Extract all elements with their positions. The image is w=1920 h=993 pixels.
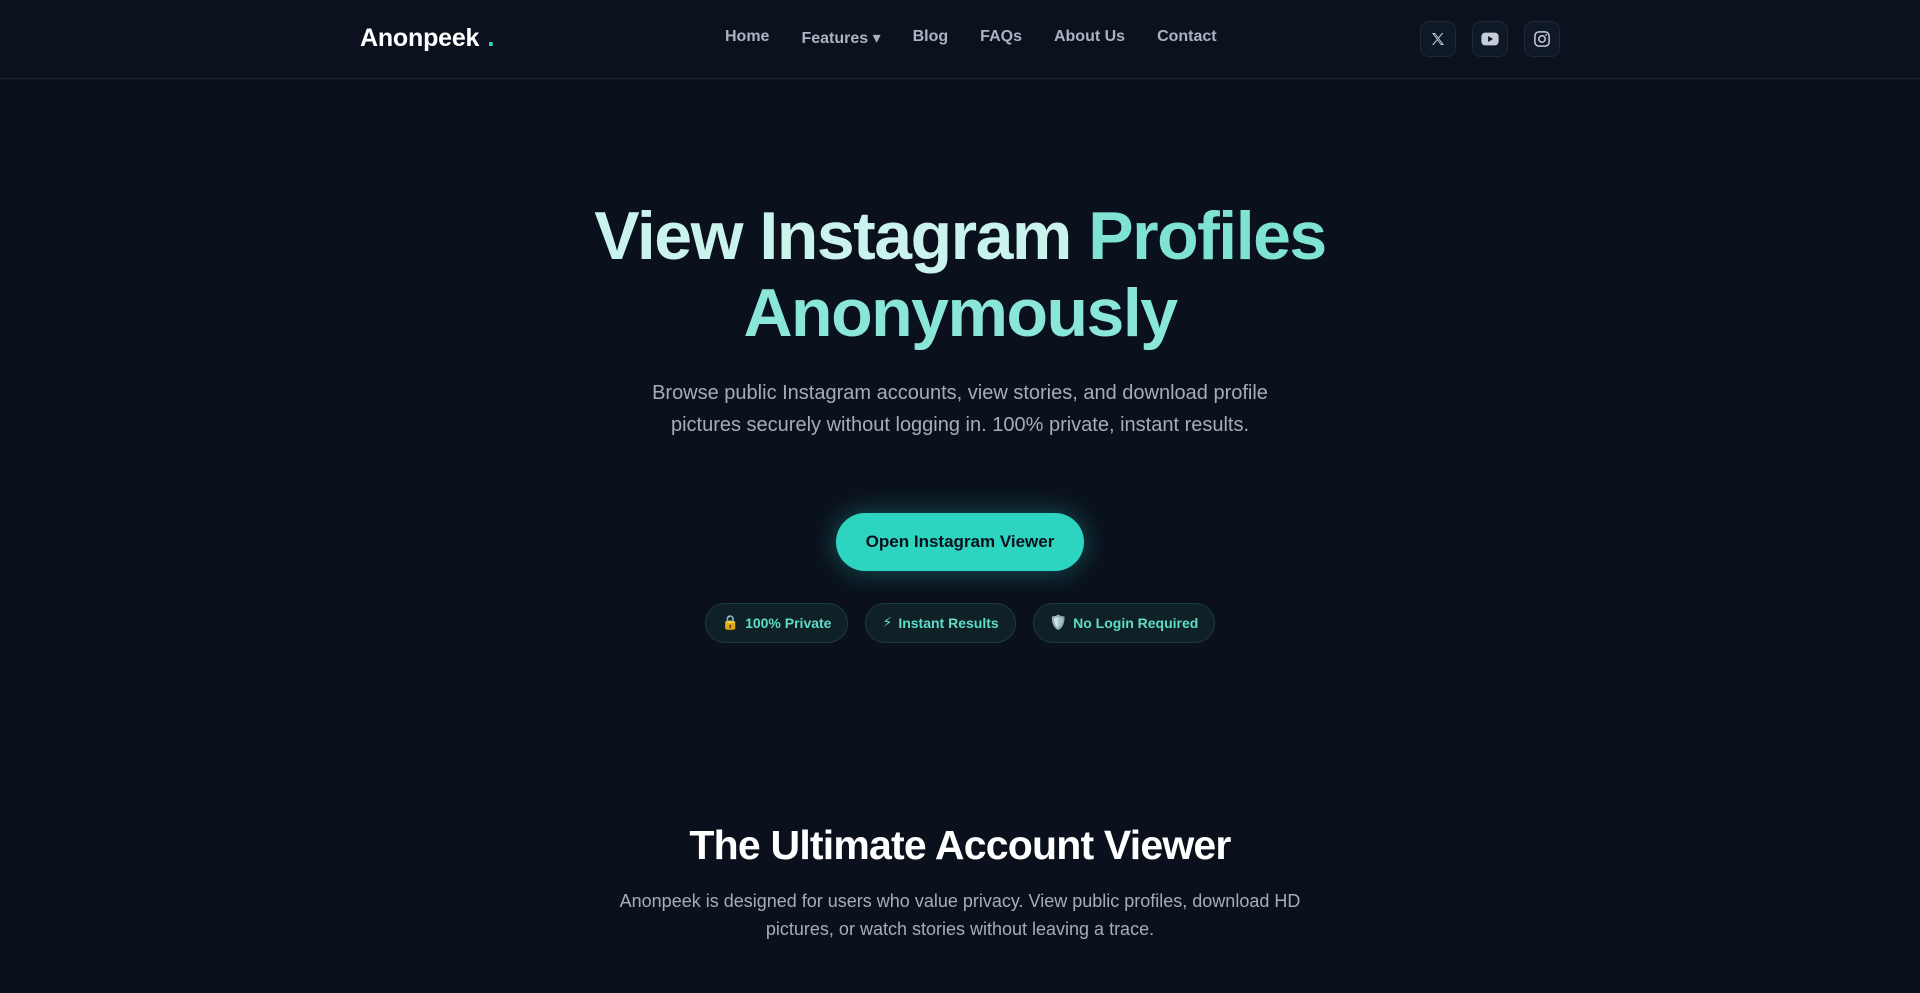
hero-title-part-2: Profiles [1088,198,1327,274]
hero-title-line-1: View Instagram Profiles [0,198,1920,275]
hero-subtitle: Browse public Instagram accounts, view s… [652,382,1268,436]
nav-item-home[interactable]: Home [725,28,769,48]
feature-badges: 🔒 100% Private ⚡ Instant Results 🛡️ No L… [0,603,1920,643]
nav-item-blog[interactable]: Blog [913,28,949,48]
brand-dot: . [487,22,495,52]
badge-label: 100% Private [745,615,832,631]
brand-logo[interactable]: Anonpeek . [360,22,494,53]
hero-title: View Instagram Profiles Anonymously [0,198,1920,352]
lock-icon: 🔒 [721,615,740,631]
nav-item-contact[interactable]: Contact [1157,28,1217,48]
nav-item-features[interactable]: Features ▾ [801,28,880,48]
nav-item-about-us[interactable]: About Us [1054,28,1125,48]
navbar: Anonpeek . Home Features ▾ Blog FAQs Abo… [0,0,1920,79]
instagram-button[interactable] [1524,21,1560,57]
page: Anonpeek . Home Features ▾ Blog FAQs Abo… [0,0,1920,993]
youtube-icon [1481,32,1499,46]
main-nav: Home Features ▾ Blog FAQs About Us Conta… [725,28,1217,48]
hero-title-line-2: Anonymously [743,275,1178,351]
nav-item-faqs[interactable]: FAQs [980,28,1022,48]
hero-title-part-1: View Instagram [594,198,1072,274]
open-instagram-viewer-button[interactable]: Open Instagram Viewer [836,513,1084,571]
x-twitter-button[interactable] [1420,21,1456,57]
section-subtitle: Anonpeek is designed for users who value… [619,891,1301,939]
x-twitter-icon [1430,31,1446,47]
badge-instant-results: ⚡ Instant Results [865,603,1016,643]
brand-name: Anonpeek [360,24,480,52]
social-links [1420,21,1560,57]
lightning-icon: ⚡ [882,615,893,631]
instagram-icon [1533,30,1551,48]
section-title: The Ultimate Account Viewer [689,822,1231,868]
youtube-button[interactable] [1472,21,1508,57]
badge-label: Instant Results [898,615,999,631]
badge-private: 🔒 100% Private [704,603,849,643]
shield-icon: 🛡️ [1049,615,1068,631]
badge-label: No Login Required [1073,615,1199,631]
badge-no-login: 🛡️ No Login Required [1032,603,1216,643]
